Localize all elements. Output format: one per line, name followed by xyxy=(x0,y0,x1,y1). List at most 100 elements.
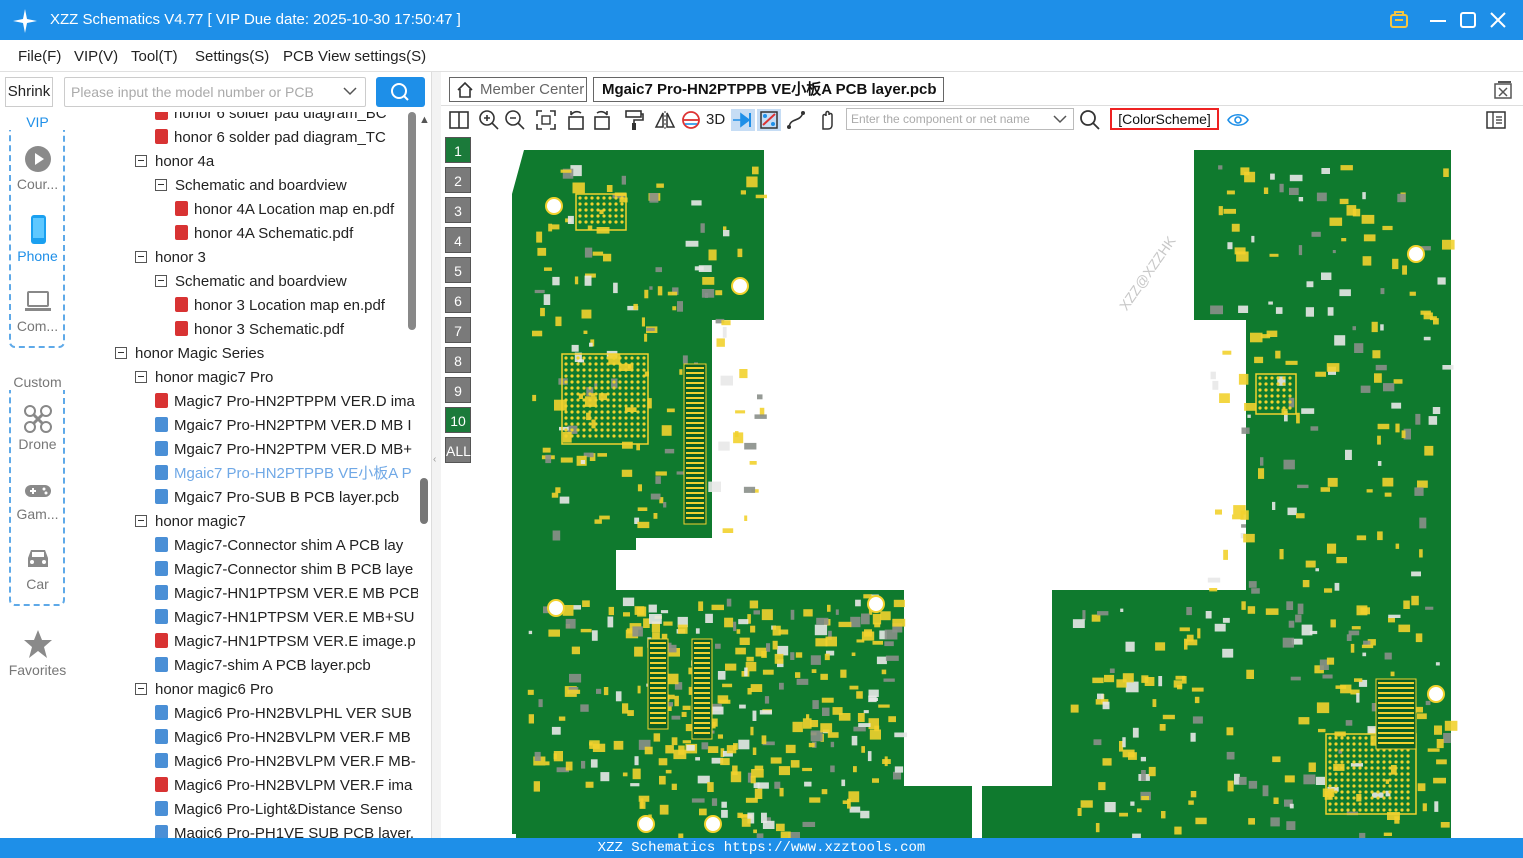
tree-file[interactable]: Mgaic7 Pro-HN2PTPM VER.D MB+ xyxy=(155,438,412,462)
tree-file[interactable]: honor 6 solder pad diagram_TC xyxy=(155,126,386,150)
tree-scrollbar[interactable] xyxy=(408,112,416,330)
tree-folder[interactable]: Schematic and boardview xyxy=(155,174,347,198)
tree-file[interactable]: Mgaic7 Pro-SUB B PCB layer.pcb xyxy=(155,486,399,510)
tree-folder[interactable]: honor magic7 Pro xyxy=(135,366,273,390)
collapse-icon[interactable] xyxy=(135,251,147,263)
tree-scrollbar-outer[interactable] xyxy=(420,478,428,524)
tree-file[interactable]: Magic6 Pro-PH1VE SUB PCB layer. xyxy=(155,822,414,838)
pcb-canvas[interactable]: XZZ@XZZHK xyxy=(476,134,1523,838)
layer-button-10[interactable]: 10 xyxy=(445,407,471,433)
fit-view-icon[interactable] xyxy=(535,109,557,131)
collapse-icon[interactable] xyxy=(135,371,147,383)
tree-folder[interactable]: Schematic and boardview xyxy=(155,270,347,294)
trace-route-icon[interactable] xyxy=(785,109,807,131)
tree-file[interactable]: Magic6 Pro-Light&Distance Senso xyxy=(155,798,402,822)
tree-file[interactable]: Magic7-HN1PTPSM VER.E MB PCB xyxy=(155,582,418,606)
tree-folder[interactable]: honor 3 xyxy=(135,246,206,270)
tab-member-center[interactable]: Member Center xyxy=(449,77,587,102)
tree-file[interactable]: honor 6 solder pad diagram_BC xyxy=(155,112,387,126)
tree-file[interactable]: Magic7 Pro-HN2PTPPM VER.D ima xyxy=(155,390,415,414)
shrink-button[interactable]: Shrink xyxy=(5,77,53,107)
tree-file[interactable]: Magic7-HN1PTPSM VER.E image.p xyxy=(155,630,416,654)
search-icon[interactable] xyxy=(1079,109,1101,131)
layer-button-9[interactable]: 9 xyxy=(445,377,471,403)
layer-button-5[interactable]: 5 xyxy=(445,257,471,283)
scroll-up-icon[interactable]: ▲ xyxy=(419,114,430,126)
rotate-right-icon[interactable] xyxy=(591,109,613,131)
rotate-left-icon[interactable] xyxy=(565,109,587,131)
minimize-icon[interactable] xyxy=(1426,8,1450,32)
menu-file[interactable]: File(F) xyxy=(18,48,61,65)
zoom-out-icon[interactable] xyxy=(504,109,526,131)
menu-tool[interactable]: Tool(T) xyxy=(131,48,178,65)
tree-file[interactable]: honor 4A Location map en.pdf xyxy=(175,198,394,222)
search-button[interactable] xyxy=(376,77,425,107)
model-search-input[interactable] xyxy=(71,82,333,102)
rail-item-computer[interactable]: Com... xyxy=(0,286,75,334)
pin-mode-icon[interactable] xyxy=(731,109,755,131)
panel-splitter[interactable]: ‹ xyxy=(431,72,441,838)
tree-file[interactable]: honor 3 Location map en.pdf xyxy=(175,294,385,318)
collapse-icon[interactable] xyxy=(135,683,147,695)
mirror-icon[interactable] xyxy=(654,109,676,131)
model-search-field[interactable] xyxy=(64,77,366,107)
collapse-icon[interactable] xyxy=(155,179,167,191)
three-d-button[interactable]: 3D xyxy=(706,111,725,128)
side-panel-icon[interactable] xyxy=(1485,109,1507,131)
close-all-tabs-icon[interactable] xyxy=(1493,80,1513,100)
tree-folder[interactable]: honor magic7 xyxy=(135,510,246,534)
component-search-input[interactable]: Enter the component or net name xyxy=(846,108,1074,130)
rail-item-phone[interactable]: Phone xyxy=(0,214,75,264)
rail-item-drone[interactable]: Drone xyxy=(0,404,75,452)
rail-item-car[interactable]: Car xyxy=(0,544,75,592)
tree-file[interactable]: Magic6 Pro-HN2BVLPM VER.F ima xyxy=(155,774,412,798)
tree-folder[interactable]: honor 4a xyxy=(135,150,214,174)
tree-file[interactable]: Magic7-Connector shim A PCB lay xyxy=(155,534,403,558)
tree-file[interactable]: Magic6 Pro-HN2BVLPHL VER SUB xyxy=(155,702,412,726)
tree-file[interactable]: Magic7-HN1PTPSM VER.E MB+SU xyxy=(155,606,414,630)
collapse-icon[interactable] xyxy=(135,515,147,527)
tree-file[interactable]: honor 4A Schematic.pdf xyxy=(175,222,353,246)
layer-button-2[interactable]: 2 xyxy=(445,167,471,193)
layer-button-7[interactable]: 7 xyxy=(445,317,471,343)
rail-item-courses[interactable]: Cour... xyxy=(0,144,75,192)
rail-item-games[interactable]: Gam... xyxy=(0,478,75,522)
collapse-icon[interactable] xyxy=(155,275,167,287)
tree-file[interactable]: Magic7-Connector shim B PCB laye xyxy=(155,558,413,582)
menu-settings[interactable]: Settings(S) xyxy=(195,48,269,65)
maximize-icon[interactable] xyxy=(1456,8,1480,32)
collapse-icon[interactable] xyxy=(115,347,127,359)
layer-button-4[interactable]: 4 xyxy=(445,227,471,253)
colorscheme-button[interactable]: [ColorScheme] xyxy=(1110,108,1219,130)
vip-icon[interactable] xyxy=(1387,8,1411,32)
collapse-arrow-icon[interactable]: ‹ xyxy=(433,454,436,465)
tree-file[interactable]: Mgaic7 Pro-HN2PTPM VER.D MB I xyxy=(155,414,412,438)
tree-folder[interactable]: honor Magic Series xyxy=(115,342,264,366)
layer-button-6[interactable]: 6 xyxy=(445,287,471,313)
tree-file[interactable]: Magic6 Pro-HN2BVLPM VER.F MB- xyxy=(155,750,416,774)
layer-button-all[interactable]: ALL xyxy=(445,437,471,463)
net-highlight-icon[interactable] xyxy=(757,109,781,131)
tree-file[interactable]: Magic6 Pro-HN2BVLPM VER.F MB xyxy=(155,726,411,750)
eye-icon[interactable] xyxy=(1227,109,1249,131)
pcb-board-view[interactable] xyxy=(476,134,1523,838)
paint-brush-icon[interactable] xyxy=(623,109,645,131)
menu-pcb-view-settings[interactable]: PCB View settings(S) xyxy=(283,48,426,65)
layer-button-8[interactable]: 8 xyxy=(445,347,471,373)
tree-file[interactable]: Magic7-shim A PCB layer.pcb xyxy=(155,654,371,678)
collapse-icon[interactable] xyxy=(135,155,147,167)
split-view-icon[interactable] xyxy=(448,109,470,131)
tree-file[interactable]: Mgaic7 Pro-HN2PTPPB VE小板A P xyxy=(155,462,412,486)
close-icon[interactable] xyxy=(1486,8,1510,32)
layer-button-3[interactable]: 3 xyxy=(445,197,471,223)
layer-button-1[interactable]: 1 xyxy=(445,137,471,163)
zoom-in-icon[interactable] xyxy=(478,109,500,131)
tab-active-pcb[interactable]: Mgaic7 Pro-HN2PTPPB VE小板A PCB layer.pcb xyxy=(593,77,944,102)
chevron-down-icon[interactable] xyxy=(343,86,357,96)
menu-vip[interactable]: VIP(V) xyxy=(74,48,118,65)
pan-hand-icon[interactable] xyxy=(816,109,838,131)
chevron-down-icon[interactable] xyxy=(1053,114,1067,124)
tree-folder[interactable]: honor magic6 Pro xyxy=(135,678,273,702)
tree-file[interactable]: honor 3 Schematic.pdf xyxy=(175,318,344,342)
rail-item-favorites[interactable]: Favorites xyxy=(0,628,75,678)
